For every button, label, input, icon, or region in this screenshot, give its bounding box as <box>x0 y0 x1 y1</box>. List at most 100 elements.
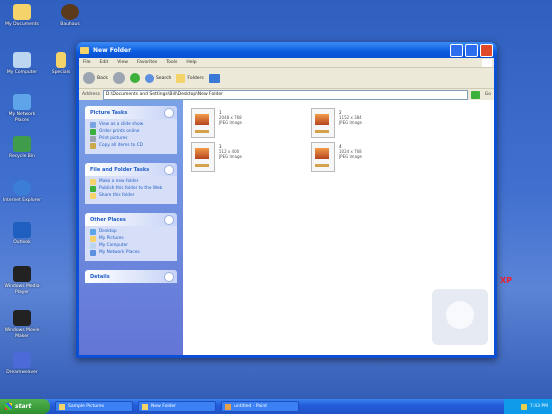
movie-maker-icon <box>13 310 31 326</box>
network-icon <box>13 94 31 110</box>
maximize-button[interactable] <box>465 43 478 57</box>
taskbar-item-new-folder[interactable]: New Folder <box>138 401 216 412</box>
panel-title: Details <box>90 273 110 280</box>
desktop-icon-internet-explorer[interactable]: Internet Explorer <box>2 180 42 204</box>
desktop-icon-label: Internet Explorer <box>2 198 42 203</box>
place-network[interactable]: My Network Places <box>90 250 172 256</box>
chevron-up-icon[interactable] <box>164 108 174 118</box>
desktop-icon-outlook[interactable]: Outlook <box>2 222 42 246</box>
panel-picture-tasks: Picture Tasks View as a slide show Order… <box>85 106 177 154</box>
desktop-icon-movie-maker[interactable]: Windows Movie Maker <box>2 310 42 340</box>
desktop-icon-specials[interactable]: Specials <box>46 52 76 76</box>
jpeg-file-icon <box>311 142 335 172</box>
chevron-up-icon[interactable] <box>164 215 174 225</box>
desktop-icon-label: My Network Places <box>8 112 36 123</box>
desktop-icon-label: Dreamweaver <box>6 370 38 375</box>
file-item[interactable]: 2 1152 x 384 JPEG Image <box>311 108 362 138</box>
panel-details: Details <box>85 270 177 283</box>
file-item[interactable]: 1 2048 x 768 JPEG Image <box>191 108 242 138</box>
new-folder-icon <box>90 179 96 185</box>
forward-button[interactable] <box>112 72 125 84</box>
menu-file[interactable]: File <box>83 60 91 65</box>
network-icon <box>90 250 96 256</box>
task-label: View as a slide show <box>99 122 144 127</box>
minimize-button[interactable] <box>450 43 463 57</box>
jpeg-file-icon <box>191 108 215 138</box>
desktop-icon-bauhaus[interactable]: Bauhaus <box>50 4 90 28</box>
menu-help[interactable]: Help <box>186 60 196 65</box>
desktop-icon-network[interactable]: My Network Places <box>2 94 42 124</box>
start-label: start <box>15 403 32 410</box>
xp-logo-text: XP <box>500 276 513 285</box>
taskbar-item-paint[interactable]: untitled - Paint <box>221 401 299 412</box>
file-list: 1 2048 x 768 JPEG Image 2 1152 x 384 JPE… <box>183 100 494 355</box>
place-label: My Pictures <box>99 236 124 241</box>
task-pane: Picture Tasks View as a slide show Order… <box>79 100 183 355</box>
menu-view[interactable]: View <box>117 60 128 65</box>
tray-icon[interactable] <box>520 403 527 410</box>
desktop-icon-recycle-bin[interactable]: Recycle Bin <box>2 136 42 160</box>
back-arrow-icon <box>83 72 95 84</box>
file-type: JPEG Image <box>219 120 243 125</box>
place-my-pictures[interactable]: My Pictures <box>90 236 172 242</box>
window-titlebar[interactable]: New Folder <box>76 42 497 58</box>
start-button[interactable]: start <box>0 399 50 414</box>
desktop-icon-media-player[interactable]: Windows Media Player <box>2 266 42 296</box>
place-my-computer[interactable]: My Computer <box>90 243 172 249</box>
explorer-window[interactable]: New Folder File Edit View Favorites Tool… <box>76 42 497 358</box>
folder-icon <box>59 403 65 410</box>
system-tray: 7:43 PM <box>504 399 552 414</box>
task-publish-web[interactable]: Publish this folder to the Web <box>90 186 172 192</box>
desktop-icon-dreamweaver[interactable]: Dreamweaver <box>2 352 42 376</box>
file-item[interactable]: 4 1024 x 768 JPEG Image <box>311 142 362 172</box>
task-label: Order prints online <box>99 129 140 134</box>
panel-header[interactable]: File and Folder Tasks <box>85 163 177 176</box>
desktop-icon-label: My Computer <box>6 70 38 75</box>
task-slideshow[interactable]: View as a slide show <box>90 122 172 128</box>
panel-header[interactable]: Picture Tasks <box>85 106 177 119</box>
folders-button[interactable]: Folders <box>176 73 204 83</box>
go-button[interactable] <box>470 90 480 99</box>
place-desktop[interactable]: Desktop <box>90 229 172 235</box>
up-folder-button[interactable] <box>129 73 140 83</box>
clock[interactable]: 7:43 PM <box>530 404 548 409</box>
desktop-icon-my-documents[interactable]: My Documents <box>2 4 42 28</box>
views-button[interactable] <box>208 73 220 83</box>
task-share-folder[interactable]: Share this folder <box>90 193 172 199</box>
computer-icon <box>90 243 96 249</box>
back-button[interactable]: Back <box>83 72 108 84</box>
back-label: Back <box>97 75 108 81</box>
place-label: Desktop <box>99 229 117 234</box>
close-button[interactable] <box>480 43 493 57</box>
window-body: File Edit View Favorites Tools Help Back… <box>79 58 494 355</box>
menu-favorites[interactable]: Favorites <box>137 60 157 65</box>
taskbar: start Sample Pictures New Folder untitle… <box>0 399 552 414</box>
file-type: JPEG Image <box>219 154 243 159</box>
up-arrow-icon <box>129 73 140 83</box>
cd-icon <box>90 143 96 149</box>
task-new-folder[interactable]: Make a new folder <box>90 179 172 185</box>
desktop-icon-label: Windows Movie Maker <box>4 328 40 339</box>
menu-bar: File Edit View Favorites Tools Help <box>79 58 494 68</box>
file-item[interactable]: 3 512 x 400 JPEG Image <box>191 142 242 172</box>
menu-tools[interactable]: Tools <box>166 60 177 65</box>
task-order-prints[interactable]: Order prints online <box>90 129 172 135</box>
task-label: Share this folder <box>99 193 135 198</box>
panel-header[interactable]: Details <box>85 270 177 283</box>
taskbar-item-sample-pictures[interactable]: Sample Pictures <box>55 401 133 412</box>
address-input[interactable]: D:\Documents and Settings\Bill\Desktop\N… <box>102 89 468 100</box>
search-label: Search <box>155 75 172 81</box>
menu-edit[interactable]: Edit <box>100 60 109 65</box>
task-copy-cd[interactable]: Copy all items to CD <box>90 143 172 149</box>
task-print[interactable]: Print pictures <box>90 136 172 142</box>
desktop-icon-my-computer[interactable]: My Computer <box>2 52 42 76</box>
search-button[interactable]: Search <box>144 73 172 83</box>
panel-other-places: Other Places Desktop My Pictures My Comp… <box>85 213 177 261</box>
panel-header[interactable]: Other Places <box>85 213 177 226</box>
folder-icon <box>56 52 66 68</box>
chevron-up-icon[interactable] <box>164 165 174 175</box>
toolbar: Back Search Folders <box>79 68 494 89</box>
task-label: Sample Pictures <box>68 404 105 409</box>
jpeg-file-icon <box>191 142 215 172</box>
chevron-down-icon[interactable] <box>164 272 174 282</box>
